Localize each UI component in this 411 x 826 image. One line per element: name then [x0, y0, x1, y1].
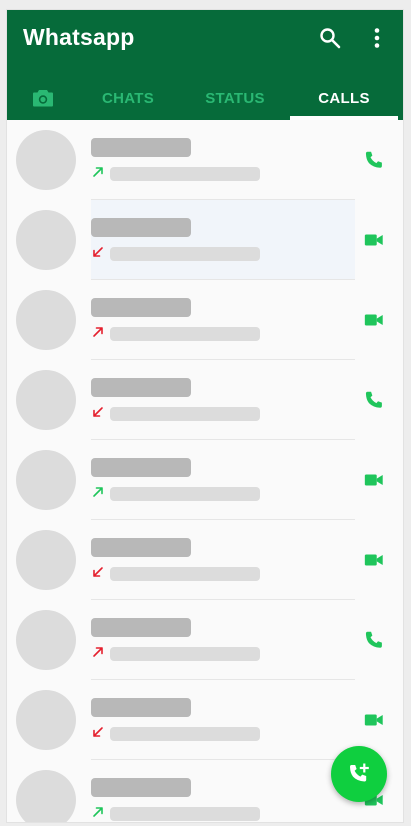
avatar[interactable] [16, 770, 76, 822]
avatar[interactable] [16, 210, 76, 270]
tab-bar: CHATS STATUS CALLS [7, 76, 403, 120]
video-call-button[interactable] [359, 546, 389, 574]
video-call-icon [364, 474, 383, 486]
call-time-placeholder [110, 487, 260, 501]
contact-name-placeholder [91, 538, 191, 557]
search-button[interactable] [317, 25, 343, 51]
call-time-placeholder [110, 327, 260, 341]
missed-call-arrow-icon [93, 727, 103, 737]
contact-name-placeholder [91, 138, 191, 157]
search-icon [320, 28, 341, 49]
tab-camera[interactable] [21, 76, 65, 120]
call-row[interactable] [7, 440, 403, 520]
avatar[interactable] [16, 690, 76, 750]
outgoing-call-arrow-icon [93, 647, 103, 657]
contact-name-placeholder [91, 378, 191, 397]
tab-chats[interactable]: CHATS [69, 76, 187, 120]
call-list [7, 120, 403, 822]
call-row[interactable] [7, 120, 403, 200]
camera-icon [33, 90, 53, 107]
outgoing-call-arrow-icon [93, 327, 103, 337]
contact-name-placeholder [91, 458, 191, 477]
call-row[interactable] [7, 280, 403, 360]
avatar[interactable] [16, 450, 76, 510]
contact-name-placeholder [91, 778, 191, 797]
add-call-icon [350, 763, 369, 782]
app-title: Whatsapp [23, 24, 135, 50]
video-call-button[interactable] [359, 226, 389, 254]
app-bar: Whatsapp CHATS STATUS CALLS [7, 10, 403, 120]
call-time-placeholder [110, 727, 260, 741]
avatar[interactable] [16, 130, 76, 190]
voice-call-button[interactable] [359, 146, 389, 174]
phone-icon [365, 151, 382, 168]
outgoing-call-arrow-icon [93, 167, 103, 177]
missed-call-arrow-icon [93, 407, 103, 417]
missed-call-arrow-icon [93, 567, 103, 577]
call-row[interactable] [7, 600, 403, 680]
missed-call-arrow-icon [93, 247, 103, 257]
video-call-button[interactable] [359, 306, 389, 334]
row-highlight [91, 200, 355, 280]
call-time-placeholder [110, 407, 260, 421]
call-row[interactable] [7, 520, 403, 600]
tab-status[interactable]: STATUS [179, 76, 291, 120]
contact-name-placeholder [91, 618, 191, 637]
phone-icon [365, 391, 382, 408]
app-window: Whatsapp CHATS STATUS CALLS [7, 10, 403, 822]
outgoing-call-arrow-icon [93, 807, 103, 817]
contact-name-placeholder [91, 698, 191, 717]
video-call-button[interactable] [359, 706, 389, 734]
new-call-button[interactable] [331, 746, 387, 802]
call-row[interactable] [7, 200, 403, 280]
contact-name-placeholder [91, 218, 191, 237]
avatar[interactable] [16, 530, 76, 590]
avatar[interactable] [16, 290, 76, 350]
call-time-placeholder [110, 167, 260, 181]
video-call-button[interactable] [359, 466, 389, 494]
voice-call-button[interactable] [359, 386, 389, 414]
avatar[interactable] [16, 370, 76, 430]
video-call-icon [364, 314, 383, 326]
more-vert-icon [374, 28, 380, 48]
call-row[interactable] [7, 680, 403, 760]
voice-call-button[interactable] [359, 626, 389, 654]
call-time-placeholder [110, 647, 260, 661]
more-options-button[interactable] [364, 25, 390, 51]
video-call-icon [364, 554, 383, 566]
call-time-placeholder [110, 807, 260, 821]
call-time-placeholder [110, 247, 260, 261]
video-call-icon [364, 234, 383, 246]
avatar[interactable] [16, 610, 76, 670]
outgoing-call-arrow-icon [93, 487, 103, 497]
tab-calls[interactable]: CALLS [290, 76, 398, 120]
call-row[interactable] [7, 360, 403, 440]
video-call-icon [364, 714, 383, 726]
call-time-placeholder [110, 567, 260, 581]
contact-name-placeholder [91, 298, 191, 317]
phone-icon [365, 631, 382, 648]
